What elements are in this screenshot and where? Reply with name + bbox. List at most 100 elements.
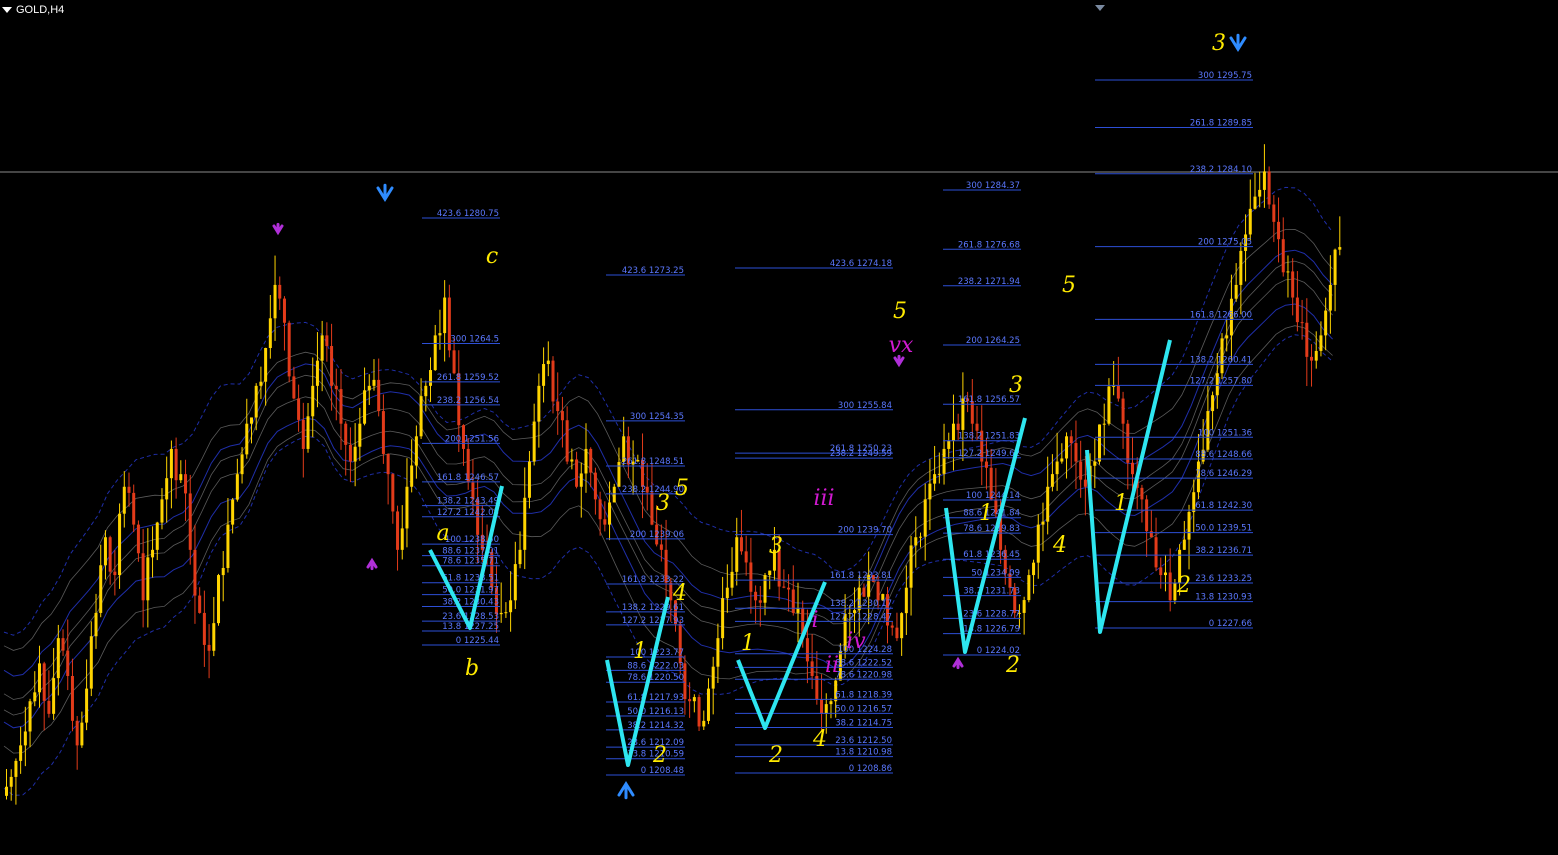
candle-body xyxy=(876,581,880,601)
candle-body xyxy=(301,419,305,449)
candle-body xyxy=(1027,575,1031,601)
candle-body xyxy=(23,731,27,746)
candle-body xyxy=(810,661,814,676)
candle-body xyxy=(443,297,447,334)
candle-body xyxy=(245,423,249,455)
candle-body xyxy=(1050,474,1054,487)
candle-body xyxy=(264,348,268,382)
candle-body xyxy=(706,688,710,721)
candle-body xyxy=(174,448,178,481)
fib-level-label: 238.2 1256.54 xyxy=(437,396,499,406)
candle-body xyxy=(188,493,192,550)
candle-body xyxy=(1253,196,1257,209)
candle-body xyxy=(146,557,150,601)
wave-label: 2 xyxy=(1176,573,1191,598)
candle-body xyxy=(1163,572,1167,576)
candle-body xyxy=(169,448,173,479)
candle-body xyxy=(1069,436,1073,444)
candle-body xyxy=(947,440,951,449)
candle-body xyxy=(1277,221,1281,240)
fib-level-label: 78.6 1220.98 xyxy=(835,670,892,680)
candle-body xyxy=(546,360,550,365)
fib-level-label: 127.2 1249.62 xyxy=(958,449,1020,459)
fib-level-label: 38.2 1236.71 xyxy=(1195,546,1252,556)
fib-level-label: 13.8 1230.93 xyxy=(1195,593,1252,603)
candle-body xyxy=(344,423,348,445)
candle-body xyxy=(904,587,908,614)
candle-body xyxy=(1314,350,1318,361)
dropdown-triangle-icon[interactable] xyxy=(2,7,12,13)
candle-body xyxy=(179,474,183,481)
candle-body xyxy=(429,370,433,386)
wave-label: 1 xyxy=(1114,491,1128,516)
chart-title-bar[interactable]: GOLD,H4 xyxy=(0,0,64,20)
candle-body xyxy=(419,396,423,437)
fib-level-label: 50.0 1239.51 xyxy=(1195,524,1252,534)
candle-body xyxy=(165,478,169,500)
sell-arrow-icon xyxy=(376,183,394,203)
fib-level-label: 300 1284.37 xyxy=(966,181,1020,191)
candle-body xyxy=(1046,486,1050,522)
envelope-band-line xyxy=(3,228,1333,651)
candle-body xyxy=(787,587,791,590)
candle-body xyxy=(42,663,46,701)
price-chart[interactable]: 423.6 1280.75300 1264.5261.8 1259.52238.… xyxy=(0,0,1558,855)
candle-body xyxy=(311,385,315,417)
candle-body xyxy=(339,389,343,424)
candle-body xyxy=(504,612,508,614)
candle-body xyxy=(1121,398,1125,424)
fib-level-label: 261.8 1276.68 xyxy=(958,240,1020,250)
candle-body xyxy=(75,720,79,746)
candle-body xyxy=(1225,335,1229,339)
fib-level-label: 38.2 1231.73 xyxy=(963,587,1020,597)
candle-body xyxy=(711,666,715,689)
sell-arrow-icon xyxy=(1229,33,1247,53)
fib-level-label: 127.2 1228.47 xyxy=(830,612,892,622)
candle-body xyxy=(890,625,894,628)
candle-body xyxy=(85,688,89,723)
candle-body xyxy=(221,567,225,576)
candle-body xyxy=(758,600,762,603)
candle-body xyxy=(235,474,239,500)
candle-body xyxy=(791,589,795,613)
candle-body xyxy=(19,745,23,761)
candle-body xyxy=(730,571,734,588)
candle-body xyxy=(542,364,546,386)
swing-low-arrow-icon xyxy=(952,656,964,670)
candle-body xyxy=(1126,423,1130,463)
candle-body xyxy=(1065,436,1069,459)
candle-body xyxy=(1159,567,1163,576)
candle-body xyxy=(414,436,418,466)
wave-label: a xyxy=(436,521,449,546)
candle-body xyxy=(1300,322,1304,324)
fib-level-label: 300 1254.35 xyxy=(630,412,684,422)
candle-body xyxy=(198,595,202,613)
candle-body xyxy=(28,701,32,732)
candle-body xyxy=(532,421,536,462)
fib-level-label: 261.8 1259.52 xyxy=(437,373,499,383)
wave-label: 5 xyxy=(675,476,689,501)
candle-body xyxy=(94,612,98,637)
candle-body xyxy=(151,549,155,558)
fib-level-label: 50.0 1216.57 xyxy=(835,704,892,714)
swing-high-arrow-icon xyxy=(893,354,905,368)
candle-body xyxy=(1234,284,1238,299)
candle-body xyxy=(330,346,334,386)
candle-body xyxy=(358,423,362,447)
candle-body xyxy=(315,360,319,386)
candle-body xyxy=(292,376,296,399)
candle-body xyxy=(1310,356,1314,361)
candle-body xyxy=(1093,461,1097,466)
candle-body xyxy=(975,423,979,431)
candle-body xyxy=(1149,531,1153,538)
fib-level-label: 13.8 1210.98 xyxy=(835,748,892,758)
candle-body xyxy=(1262,171,1266,190)
candle-body xyxy=(829,701,833,705)
candle-body xyxy=(363,390,367,424)
candle-body xyxy=(1032,562,1036,576)
chart-area[interactable]: 423.6 1280.75 300 1264.5 261.8 1259.52 238.… xyxy=(0,0,1558,855)
candle-body xyxy=(66,650,70,676)
candle-body xyxy=(556,401,560,412)
candle-body xyxy=(1055,461,1059,475)
fib-level-label: 127.2 1242.05 xyxy=(437,508,499,518)
